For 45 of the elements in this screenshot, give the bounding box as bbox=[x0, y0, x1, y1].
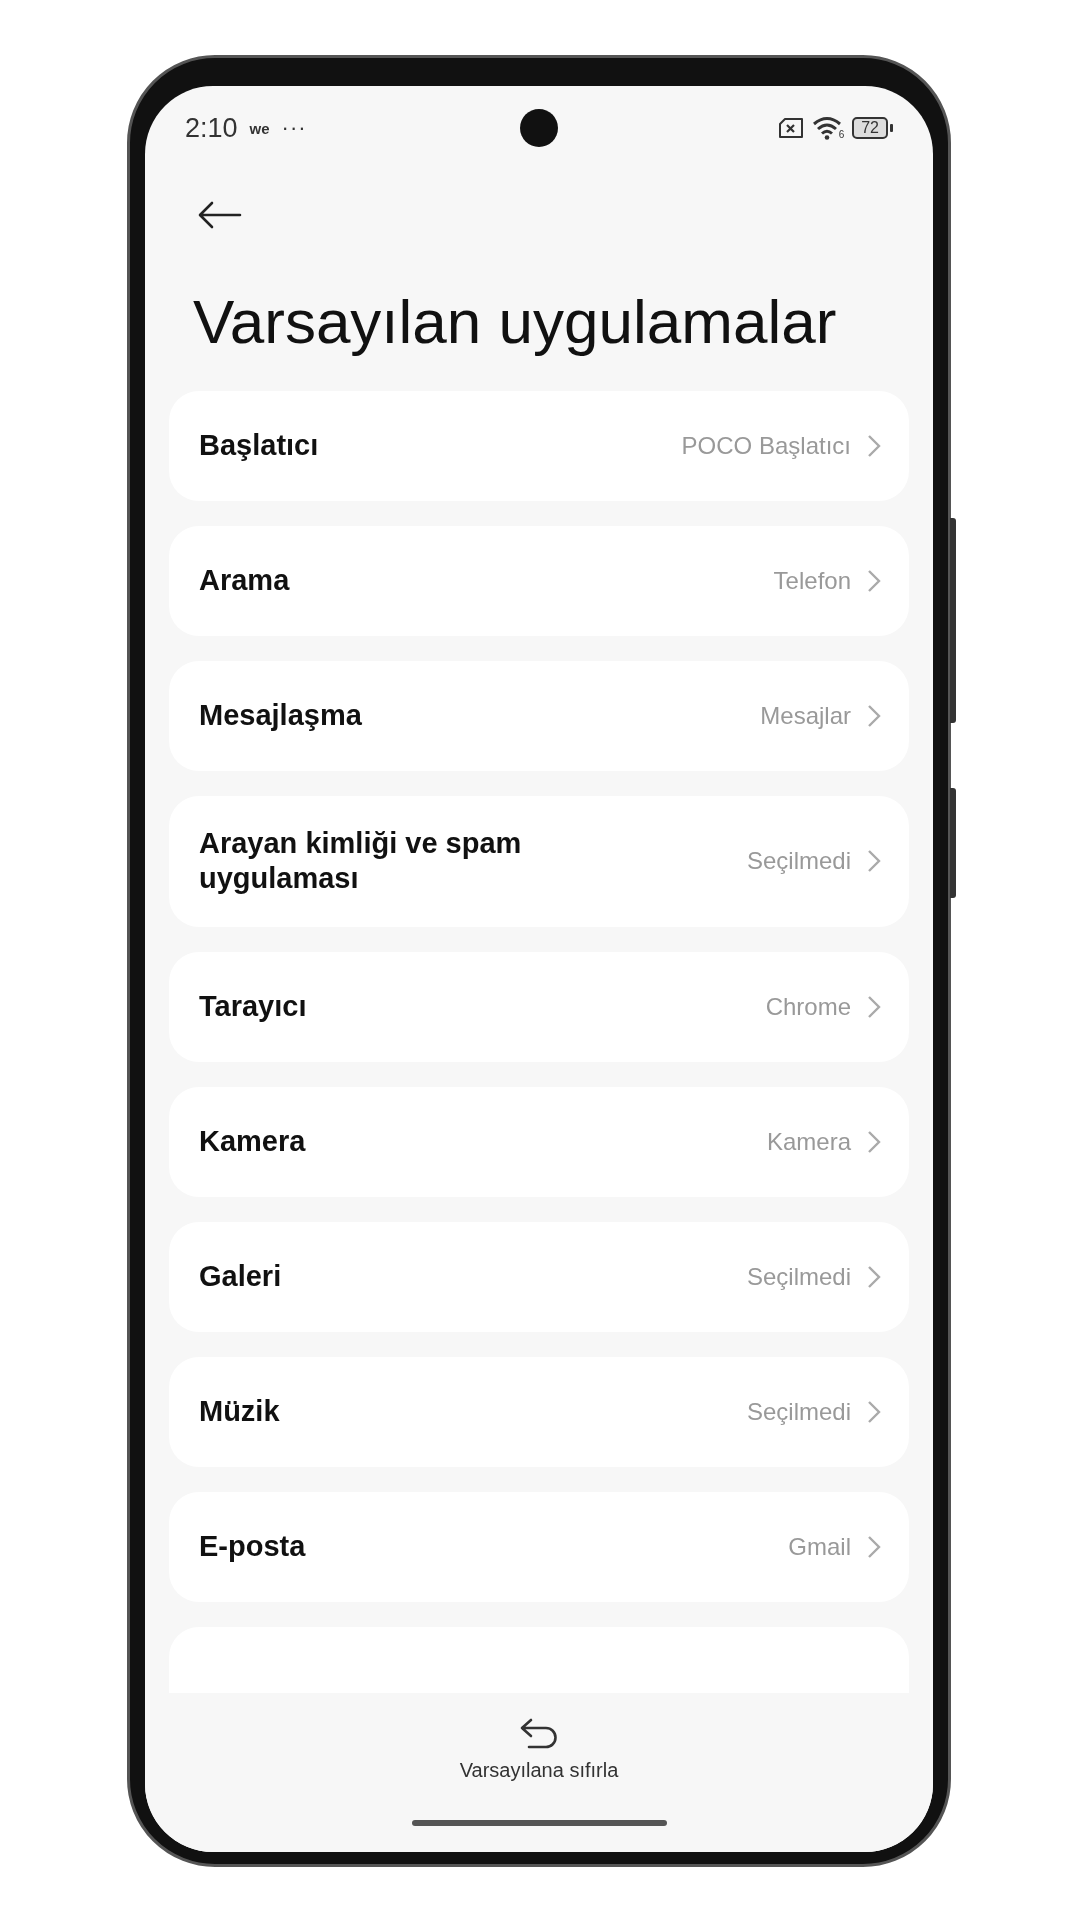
settings-row[interactable]: Galeri Seçilmedi bbox=[169, 1221, 909, 1332]
row-label: Müzik bbox=[199, 1394, 281, 1430]
row-value: Seçilmedi bbox=[746, 1397, 851, 1426]
row-label: Tarayıcı bbox=[199, 989, 308, 1025]
settings-row[interactable]: Kamera Kamera bbox=[169, 1086, 909, 1197]
settings-row[interactable]: Arama Telefon bbox=[169, 526, 909, 636]
row-label: Arama bbox=[199, 563, 291, 599]
settings-row[interactable]: Mesajlaşma Mesajlar bbox=[169, 661, 909, 771]
chevron-right-icon bbox=[867, 1264, 881, 1289]
chevron-right-icon bbox=[867, 849, 881, 874]
status-time: 2:10 bbox=[185, 112, 238, 144]
settings-row[interactable]: E-posta Gmail bbox=[169, 1491, 909, 1602]
more-notifications: ··· bbox=[281, 115, 307, 141]
chevron-right-icon bbox=[867, 994, 881, 1019]
page-title: Varsayılan uygulamalar bbox=[192, 286, 838, 358]
carrier-label: we bbox=[249, 119, 270, 137]
chevron-right-icon bbox=[867, 1534, 881, 1559]
row-value: Seçilmedi bbox=[746, 1262, 851, 1291]
back-arrow-icon[interactable] bbox=[198, 201, 242, 229]
row-value: Seçilmedi bbox=[746, 847, 851, 876]
chevron-right-icon bbox=[867, 1399, 881, 1424]
camera-hole bbox=[520, 109, 558, 147]
settings-row[interactable]: Tarayıcı Chrome bbox=[169, 951, 909, 1062]
row-value: Kamera bbox=[766, 1127, 851, 1156]
settings-row[interactable]: Başlatıcı POCO Başlatıcı bbox=[169, 391, 909, 501]
row-label: Başlatıcı bbox=[199, 428, 320, 464]
settings-row[interactable]: Arayan kimliği ve spam uygulaması Seçilmedi bbox=[169, 796, 909, 927]
row-value: Chrome bbox=[765, 992, 851, 1021]
chevron-right-icon bbox=[867, 704, 881, 728]
undo-arrow-icon bbox=[519, 1717, 559, 1751]
chevron-right-icon bbox=[867, 1129, 881, 1154]
row-value: POCO Başlatıcı bbox=[681, 432, 851, 460]
chevron-right-icon bbox=[867, 434, 881, 458]
row-label: Galeri bbox=[199, 1259, 283, 1295]
settings-row[interactable]: Müzik Seçilmedi bbox=[169, 1356, 909, 1467]
row-label: E-posta bbox=[199, 1529, 307, 1565]
chevron-right-icon bbox=[867, 569, 881, 593]
row-value: Gmail bbox=[788, 1532, 851, 1561]
row-value: Mesajlar bbox=[760, 702, 851, 730]
row-label: Arayan kimliği ve spam uygulaması bbox=[199, 826, 523, 897]
sim-off-icon bbox=[777, 118, 804, 138]
reset-defaults-button[interactable]: Varsayılana sıfırla bbox=[451, 1713, 627, 1786]
row-label: Kamera bbox=[199, 1124, 307, 1160]
row-label: Mesajlaşma bbox=[199, 698, 363, 734]
row-value: Telefon bbox=[773, 567, 851, 595]
